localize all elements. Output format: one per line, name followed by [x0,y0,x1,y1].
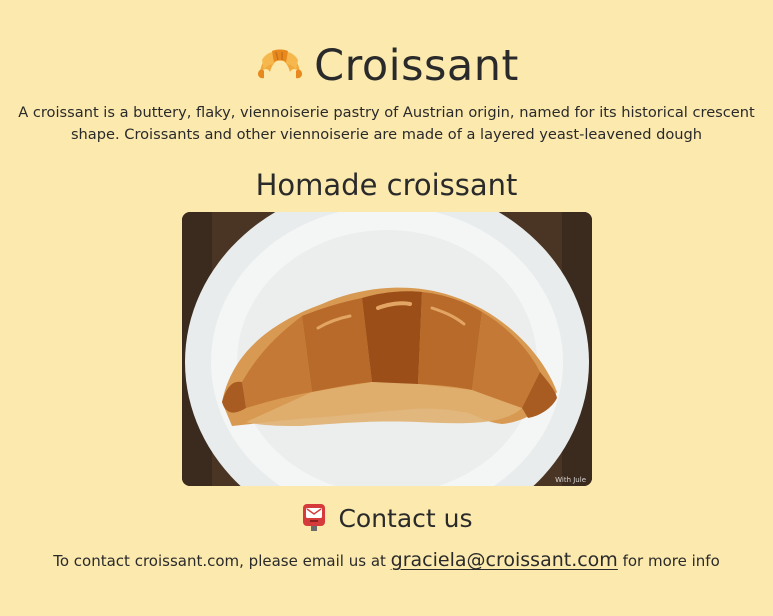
section-heading-homade: Homade croissant [255,168,518,202]
contact-heading-text: Contact us [338,504,473,533]
croissant-photo: With Jule [181,212,592,486]
contact-text-after: for more info [617,552,720,570]
page-description: A croissant is a buttery, flaky, viennoi… [18,104,755,143]
email-link[interactable]: graciela@croissant.com [391,549,618,571]
page: Croissant A croissant is a buttery, flak… [0,0,773,616]
page-title: Croissant [0,38,773,92]
croissant-icon [254,38,306,90]
contact-text: To contact croissant.com, please email u… [0,549,773,572]
postbox-icon [300,502,328,532]
title-text: Croissant [314,41,519,91]
photo-watermark: With Jule [555,476,586,484]
contact-text-before: To contact croissant.com, please email u… [53,552,391,570]
contact-heading: Contact us [0,502,773,535]
